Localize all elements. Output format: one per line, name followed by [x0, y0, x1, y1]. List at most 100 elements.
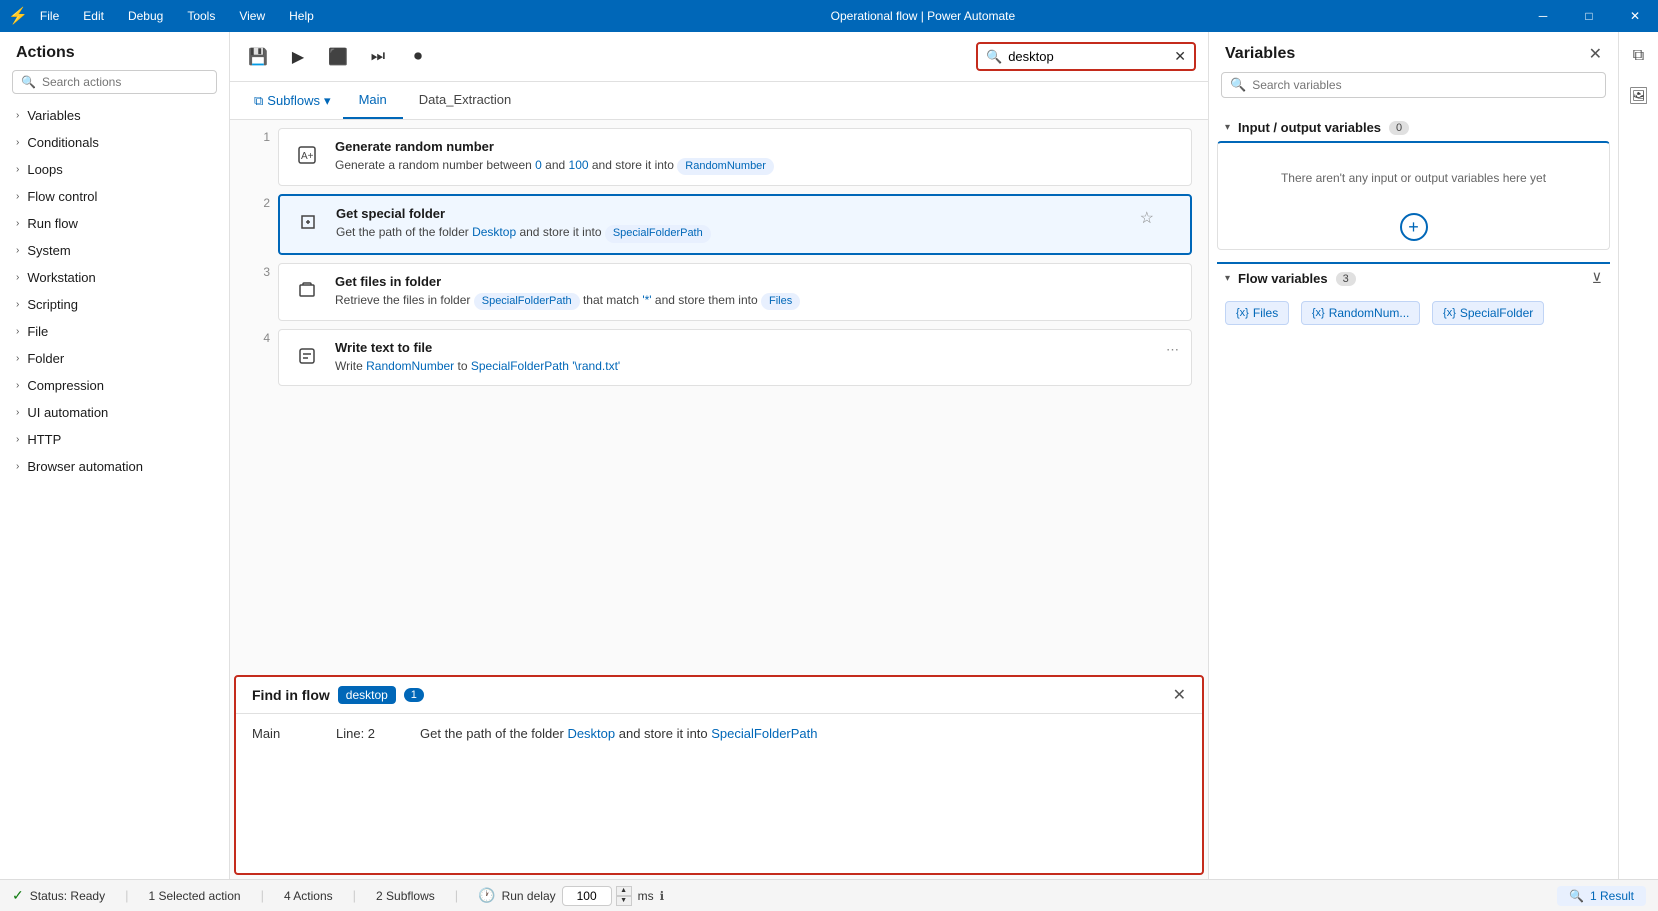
search-close-icon[interactable]: ✕ [1174, 48, 1186, 65]
var-desktop: Desktop [472, 225, 516, 239]
step-number-3: 3 [246, 263, 270, 279]
sidebar-item-compression[interactable]: › Compression [0, 372, 229, 399]
search-actions-input[interactable] [42, 75, 208, 89]
menu-bar: File Edit Debug Tools View Help [28, 0, 326, 32]
menu-help[interactable]: Help [277, 0, 326, 32]
flow-variables-title: Flow variables [1238, 271, 1328, 286]
chevron-icon: › [16, 353, 19, 364]
flow-search-input[interactable] [1008, 49, 1168, 64]
input-output-title: Input / output variables [1238, 120, 1381, 135]
find-panel-close-icon[interactable]: ✕ [1173, 685, 1186, 705]
stop-button[interactable]: ⬛ [322, 41, 354, 73]
find-panel-body: Main Line: 2 Get the path of the folder … [236, 714, 1202, 873]
right-icon-bar: ⧉ 🖼 [1618, 32, 1658, 879]
tab-main[interactable]: Main [343, 82, 403, 119]
sidebar-item-label: Folder [27, 351, 64, 366]
variables-close-icon[interactable]: ✕ [1589, 44, 1602, 64]
layers-icon-button[interactable]: ⧉ [1623, 40, 1655, 72]
search-variables-input[interactable] [1252, 78, 1597, 92]
sidebar-item-http[interactable]: › HTTP [0, 426, 229, 453]
spinner-down[interactable]: ▼ [616, 896, 632, 906]
sidebar-item-label: Compression [27, 378, 104, 393]
find-in-flow-panel: Find in flow desktop 1 ✕ Main Line: 2 Ge… [234, 675, 1204, 875]
more-options-icon[interactable]: ⋯ [1166, 342, 1179, 358]
find-panel-query: desktop [338, 686, 396, 704]
sidebar-item-ui-automation[interactable]: › UI automation [0, 399, 229, 426]
save-button[interactable]: 💾 [242, 41, 274, 73]
menu-view[interactable]: View [227, 0, 277, 32]
input-output-count: 0 [1389, 121, 1409, 135]
menu-tools[interactable]: Tools [175, 0, 227, 32]
variables-search-box[interactable]: 🔍 [1221, 72, 1606, 98]
tab-data-extraction[interactable]: Data_Extraction [403, 82, 528, 119]
flow-tabs: ⧉ Subflows ▾ Main Data_Extraction [230, 82, 1208, 120]
search-icon: 🔍 [1230, 77, 1246, 93]
flow-step-2[interactable]: ☆ Get special folder Get the path of the… [278, 194, 1192, 254]
sidebar-item-file[interactable]: › File [0, 318, 229, 345]
result-label: 1 Result [1590, 889, 1634, 903]
menu-file[interactable]: File [28, 0, 71, 32]
flow-step-1[interactable]: A+ Generate random number Generate a ran… [278, 128, 1192, 186]
minimize-button[interactable]: ─ [1520, 0, 1566, 32]
var-random-number: RandomNumber [677, 158, 774, 175]
flow-step-4[interactable]: Write text to file Write RandomNumber to… [278, 329, 1192, 386]
menu-edit[interactable]: Edit [71, 0, 116, 32]
total-actions-label: 4 Actions [284, 889, 333, 903]
window-title: Operational flow | Power Automate [326, 9, 1520, 23]
menu-debug[interactable]: Debug [116, 0, 175, 32]
run-delay-container: 🕐 Run delay ▲ ▼ ms ℹ [478, 886, 664, 906]
flow-step-3[interactable]: Get files in folder Retrieve the files i… [278, 263, 1192, 321]
search-icon: 🔍 [986, 49, 1002, 65]
run-button[interactable]: ▶ [282, 41, 314, 73]
step-content-3: Get files in folder Retrieve the files i… [335, 274, 1179, 310]
sidebar-item-loops[interactable]: › Loops [0, 156, 229, 183]
var-special-folder-path: SpecialFolderPath [605, 225, 711, 242]
flow-toolbar: 💾 ▶ ⬛ ⏭ ⏺ 🔍 ✕ [230, 32, 1208, 82]
sidebar-item-run-flow[interactable]: › Run flow [0, 210, 229, 237]
chevron-icon: › [16, 326, 19, 337]
var-files[interactable]: {x} Files [1225, 301, 1289, 325]
sidebar-item-workstation[interactable]: › Workstation [0, 264, 229, 291]
search-icon: 🔍 [1569, 889, 1584, 903]
search-icon: 🔍 [21, 75, 36, 89]
step-button[interactable]: ⏭ [362, 41, 394, 73]
sidebar-item-variables[interactable]: › Variables [0, 102, 229, 129]
chevron-icon: › [16, 380, 19, 391]
close-button[interactable]: ✕ [1612, 0, 1658, 32]
image-icon-button[interactable]: 🖼 [1623, 80, 1655, 112]
record-button[interactable]: ⏺ [402, 41, 434, 73]
step-icon-2 [292, 206, 324, 238]
main-content: Actions 🔍 › Variables › Conditionals › L… [0, 32, 1658, 879]
find-panel-header: Find in flow desktop 1 ✕ [236, 677, 1202, 714]
sidebar-item-browser-automation[interactable]: › Browser automation [0, 453, 229, 480]
run-delay-input[interactable] [562, 886, 612, 906]
add-variable-button[interactable]: + [1226, 213, 1601, 241]
var-randomnum-label: RandomNum... [1329, 306, 1410, 320]
subflows-label: 2 Subflows [376, 889, 435, 903]
input-output-header[interactable]: ▾ Input / output variables 0 [1217, 114, 1610, 141]
find-result-row[interactable]: Main Line: 2 Get the path of the folder … [252, 726, 1186, 741]
result-button[interactable]: 🔍 1 Result [1557, 886, 1646, 906]
selected-actions-text: 1 Selected action [149, 889, 241, 903]
spinner-up[interactable]: ▲ [616, 886, 632, 896]
actions-list: › Variables › Conditionals › Loops › Flo… [0, 102, 229, 879]
var-special-folder[interactable]: {x} SpecialFolder [1432, 301, 1544, 325]
chevron-icon: › [16, 299, 19, 310]
subflows-button[interactable]: ⧉ Subflows ▾ [242, 85, 343, 117]
sidebar-item-folder[interactable]: › Folder [0, 345, 229, 372]
maximize-button[interactable]: □ [1566, 0, 1612, 32]
sidebar-item-system[interactable]: › System [0, 237, 229, 264]
sidebar-item-flow-control[interactable]: › Flow control [0, 183, 229, 210]
filter-icon[interactable]: ⊻ [1592, 270, 1602, 287]
value-zero: 0 [535, 158, 542, 172]
sidebar-item-scripting[interactable]: › Scripting [0, 291, 229, 318]
run-delay-unit: ms [638, 889, 654, 903]
flow-variables-header[interactable]: ▾ Flow variables 3 ⊻ [1217, 264, 1610, 293]
status-icon: ✓ [12, 887, 24, 904]
var-random-number[interactable]: {x} RandomNum... [1301, 301, 1421, 325]
sidebar-item-conditionals[interactable]: › Conditionals [0, 129, 229, 156]
step-icon-1: A+ [291, 139, 323, 171]
actions-search-box[interactable]: 🔍 [12, 70, 217, 94]
add-icon: + [1400, 213, 1428, 241]
chevron-icon: › [16, 245, 19, 256]
